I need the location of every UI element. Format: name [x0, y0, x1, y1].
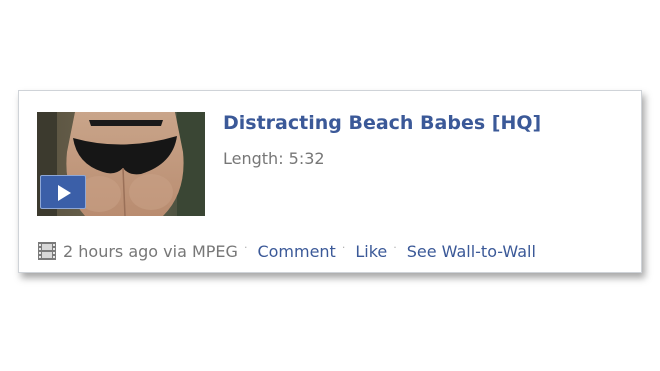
comment-link[interactable]: Comment	[257, 242, 335, 261]
play-icon[interactable]	[40, 175, 86, 209]
video-post-card: Distracting Beach Babes [HQ] Length: 5:3…	[18, 90, 642, 273]
separator: ·	[243, 240, 248, 254]
film-icon	[38, 242, 56, 260]
post-timestamp: 2 hours ago via MPEG	[63, 241, 238, 261]
video-length: Length: 5:32	[223, 149, 325, 168]
video-thumbnail[interactable]	[37, 112, 205, 216]
separator: ·	[393, 240, 397, 254]
video-title-link[interactable]: Distracting Beach Babes [HQ]	[223, 112, 541, 134]
like-link[interactable]: Like	[355, 242, 387, 261]
see-wall-to-wall-link[interactable]: See Wall-to-Wall	[407, 242, 536, 261]
post-footer: 2 hours ago via MPEG · Comment · Like · …	[37, 241, 536, 261]
separator: ·	[341, 240, 346, 254]
